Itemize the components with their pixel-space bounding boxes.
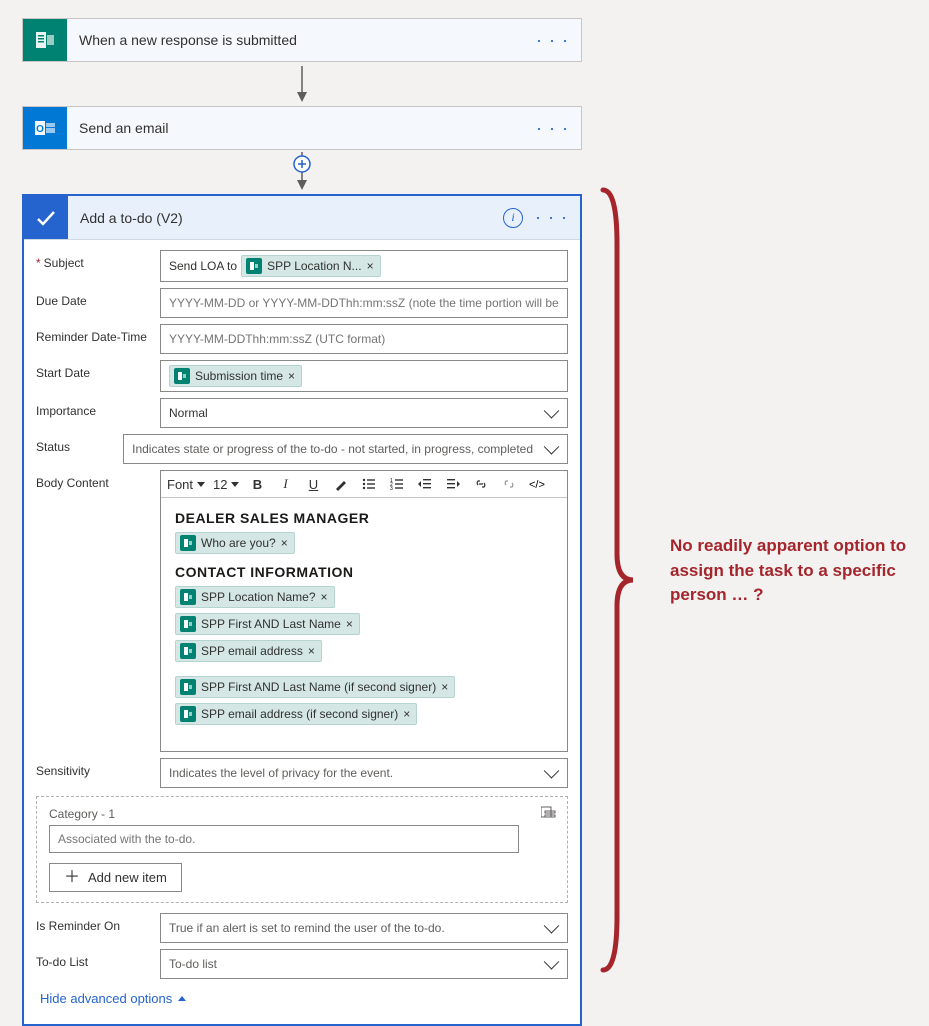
subject-label: *Subject xyxy=(36,250,160,276)
action-title: Add a to-do (V2) xyxy=(68,196,491,239)
todolist-label: To-do List xyxy=(36,949,160,975)
number-list-button[interactable]: 123 xyxy=(387,474,407,494)
annotation-text: No readily apparent option to assign the… xyxy=(670,534,910,608)
more-icon[interactable]: · · · xyxy=(536,30,569,51)
highlight-button[interactable] xyxy=(331,474,351,494)
size-select[interactable]: 12 xyxy=(213,477,239,492)
reminder-label: Reminder Date-Time xyxy=(36,324,160,350)
forms-token-icon xyxy=(180,589,196,605)
dynamic-token[interactable]: Submission time × xyxy=(169,365,302,387)
category-label: Category - 1 xyxy=(49,807,555,821)
remove-token-icon[interactable]: × xyxy=(367,259,374,273)
duedate-input[interactable] xyxy=(160,288,568,318)
indent-button[interactable] xyxy=(443,474,463,494)
body-label: Body Content xyxy=(36,470,160,496)
bold-button[interactable]: B xyxy=(247,474,267,494)
add-new-item-button[interactable]: ＋ Add new item xyxy=(49,863,182,892)
dynamic-token[interactable]: SPP Location Name?× xyxy=(175,586,335,608)
remove-token-icon[interactable]: × xyxy=(308,644,315,658)
link-button[interactable] xyxy=(471,474,491,494)
reminder-input[interactable] xyxy=(160,324,568,354)
chevron-down-icon xyxy=(231,482,239,487)
body-heading-1: DEALER SALES MANAGER xyxy=(175,510,553,526)
category-input[interactable] xyxy=(49,825,519,853)
forms-token-icon xyxy=(174,368,190,384)
forms-token-icon xyxy=(180,706,196,722)
underline-button[interactable]: U xyxy=(303,474,323,494)
remove-token-icon[interactable]: × xyxy=(403,707,410,721)
duedate-label: Due Date xyxy=(36,288,160,314)
remove-token-icon[interactable]: × xyxy=(346,617,353,631)
body-editor[interactable]: Font 12 B I U 123 </> xyxy=(160,470,568,752)
category-section: Category - 1 ＋ Add new item xyxy=(36,796,568,903)
toggle-view-icon[interactable] xyxy=(541,805,557,821)
importance-label: Importance xyxy=(36,398,160,424)
info-icon[interactable]: i xyxy=(503,208,523,228)
hide-advanced-link[interactable]: Hide advanced options xyxy=(36,985,190,1010)
importance-select[interactable]: Normal xyxy=(160,398,568,428)
flow-arrow xyxy=(22,66,582,102)
remove-token-icon[interactable]: × xyxy=(441,680,448,694)
outlook-icon: O xyxy=(23,107,67,149)
forms-token-icon xyxy=(180,679,196,695)
trigger-card-forms[interactable]: When a new response is submitted · · · xyxy=(22,18,582,62)
svg-text:3: 3 xyxy=(390,486,393,491)
dynamic-token[interactable]: SPP email address× xyxy=(175,640,322,662)
more-icon[interactable]: · · · xyxy=(536,118,569,139)
action-card-todo: Add a to-do (V2) i · · · *Subject Send L… xyxy=(22,194,582,1026)
sensitivity-label: Sensitivity xyxy=(36,758,160,784)
editor-body[interactable]: DEALER SALES MANAGER Who are you? × CONT… xyxy=(161,498,567,751)
flow-arrow-add xyxy=(22,152,582,188)
dynamic-token[interactable]: SPP First AND Last Name× xyxy=(175,613,360,635)
subject-text-prefix: Send LOA to xyxy=(169,259,237,273)
flow-column: When a new response is submitted · · · O… xyxy=(22,18,582,1026)
dynamic-token[interactable]: SPP email address (if second signer)× xyxy=(175,703,417,725)
dynamic-token[interactable]: SPP Location N... × xyxy=(241,255,381,277)
startdate-label: Start Date xyxy=(36,360,160,386)
remove-token-icon[interactable]: × xyxy=(288,369,295,383)
svg-text:</>: </> xyxy=(529,479,545,491)
chevron-down-icon xyxy=(197,482,205,487)
annotation-brace xyxy=(595,184,635,976)
todolist-select[interactable]: To-do list xyxy=(160,949,568,979)
outdent-button[interactable] xyxy=(415,474,435,494)
dynamic-token[interactable]: SPP First AND Last Name (if second signe… xyxy=(175,676,455,698)
action-title: Send an email xyxy=(67,107,524,149)
isreminder-label: Is Reminder On xyxy=(36,913,160,939)
startdate-input[interactable]: Submission time × xyxy=(160,360,568,392)
status-select[interactable]: Indicates state or progress of the to-do… xyxy=(123,434,568,464)
remove-token-icon[interactable]: × xyxy=(281,536,288,550)
forms-token-icon xyxy=(180,535,196,551)
svg-text:O: O xyxy=(36,124,44,135)
more-icon[interactable]: · · · xyxy=(535,207,568,228)
forms-token-icon xyxy=(180,616,196,632)
italic-button[interactable]: I xyxy=(275,474,295,494)
code-view-button[interactable]: </> xyxy=(527,474,547,494)
forms-icon xyxy=(23,19,67,61)
dynamic-token[interactable]: Who are you? × xyxy=(175,532,295,554)
unlink-button[interactable] xyxy=(499,474,519,494)
remove-token-icon[interactable]: × xyxy=(321,590,328,604)
trigger-title: When a new response is submitted xyxy=(67,19,524,61)
body-heading-2: CONTACT INFORMATION xyxy=(175,564,553,580)
todo-icon xyxy=(24,196,68,239)
bullet-list-button[interactable] xyxy=(359,474,379,494)
font-select[interactable]: Font xyxy=(167,477,205,492)
sensitivity-select[interactable]: Indicates the level of privacy for the e… xyxy=(160,758,568,788)
editor-toolbar: Font 12 B I U 123 </> xyxy=(161,471,567,498)
subject-input[interactable]: Send LOA to SPP Location N... × xyxy=(160,250,568,282)
action-card-email[interactable]: O Send an email · · · xyxy=(22,106,582,150)
forms-token-icon xyxy=(180,643,196,659)
forms-token-icon xyxy=(246,258,262,274)
isreminder-select[interactable]: True if an alert is set to remind the us… xyxy=(160,913,568,943)
status-label: Status xyxy=(36,434,123,460)
